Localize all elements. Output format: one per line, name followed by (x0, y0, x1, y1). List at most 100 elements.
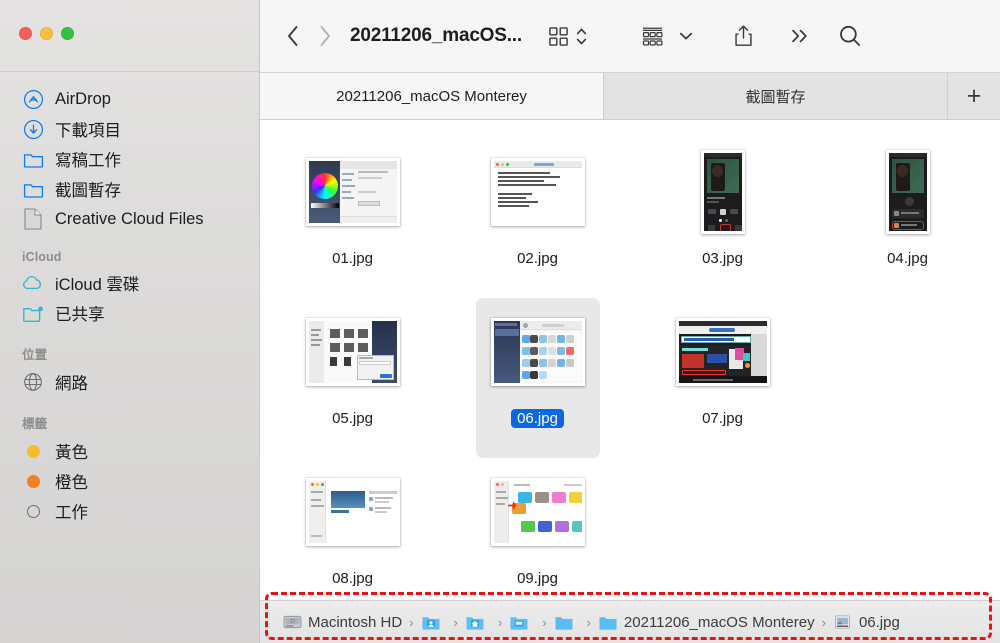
folder-icon (22, 148, 44, 170)
path-segment-desktop[interactable] (509, 612, 535, 632)
minimize-button[interactable] (40, 27, 53, 40)
chevron-down-icon[interactable] (679, 31, 693, 41)
sidebar-item-tag-orange[interactable]: 橙色 (0, 466, 259, 496)
sidebar-item-label: AirDrop (55, 89, 111, 108)
path-segment-home[interactable] (465, 612, 491, 632)
sidebar-section-icloud: iCloud (22, 250, 62, 264)
tab-20211206-macos-monterey[interactable]: 20211206_macOS Monterey (260, 73, 604, 119)
chevron-left-icon[interactable] (286, 25, 299, 47)
sidebar-item-tag-work[interactable]: 工作 (0, 496, 259, 526)
thumbnail (305, 464, 400, 560)
globe-icon (22, 371, 44, 393)
file-item[interactable]: 07.jpg (661, 298, 785, 458)
main-area: 20211206_macOS... 20211206_macOS Montere… (260, 0, 1000, 643)
folder-icon (598, 612, 618, 632)
file-label: 05.jpg (332, 410, 373, 427)
sidebar-section-tags: 標籤 (22, 417, 48, 431)
view-mode-control[interactable] (548, 26, 587, 47)
sidebar-item-network[interactable]: 網路 (0, 367, 259, 397)
file-grid: 01.jpg 02.jpg 03.jpg 04.jpg 05.jpg 06.jp… (260, 120, 1000, 600)
path-label: Macintosh HD (308, 613, 403, 631)
file-item-selected[interactable]: 06.jpg (475, 298, 600, 458)
tab-screenshot-temp[interactable]: 截圖暫存 (604, 73, 948, 119)
path-separator: › (497, 614, 503, 630)
sidebar-item-label: iCloud 雲碟 (55, 276, 140, 294)
path-segment-macintosh-hd[interactable]: Macintosh HD (282, 612, 402, 632)
window-title: 20211206_macOS... (350, 25, 522, 46)
chevron-up-down-icon[interactable] (576, 26, 587, 47)
navigation-arrows (286, 25, 332, 47)
share-icon[interactable] (733, 24, 754, 48)
sidebar-item-icloud-drive[interactable]: iCloud 雲碟 (0, 268, 259, 298)
tag-dot-icon (22, 440, 44, 462)
downloads-icon (22, 118, 44, 140)
icon-view-icon[interactable] (548, 26, 569, 47)
file-label: 01.jpg (332, 250, 373, 267)
file-item[interactable]: 05.jpg (291, 298, 415, 458)
folder-icon (554, 612, 574, 632)
file-item[interactable]: 09.jpg (476, 458, 600, 600)
file-label: 07.jpg (702, 410, 743, 427)
file-item[interactable]: 04.jpg (846, 138, 970, 298)
sidebar-item-label: Creative Cloud Files (55, 209, 204, 228)
tab-bar: 20211206_macOS Monterey 截圖暫存 + (260, 72, 1000, 120)
sidebar-item-label: 橙色 (55, 474, 88, 492)
file-label: 09.jpg (517, 570, 558, 587)
sidebar-item-downloads[interactable]: 下載項目 (0, 114, 259, 144)
shared-folder-icon (22, 302, 44, 324)
path-segment-folder[interactable] (554, 612, 580, 632)
path-separator: › (453, 614, 458, 630)
file-item[interactable]: 02.jpg (476, 138, 600, 298)
plus-icon: + (966, 81, 982, 110)
sidebar-titlebar (0, 0, 259, 72)
sidebar-item-label: 已共享 (55, 306, 105, 324)
sidebar: AirDrop 下載項目 寫稿工作 截圖暫存 Creative Cloud Fi… (0, 0, 260, 643)
sidebar-item-label: 寫稿工作 (55, 152, 121, 170)
sidebar-item-tag-yellow[interactable]: 黃色 (0, 436, 259, 466)
sidebar-item-label: 截圖暫存 (55, 182, 121, 200)
desktop-folder-icon (509, 612, 529, 632)
tag-dot-icon (22, 470, 44, 492)
document-icon (22, 208, 44, 230)
file-item[interactable]: 08.jpg (291, 458, 415, 600)
sidebar-item-creative-cloud-files[interactable]: Creative Cloud Files (0, 204, 259, 234)
path-segment-current-folder[interactable]: 20211206_macOS Monterey (598, 612, 815, 632)
file-item[interactable]: 01.jpg (291, 138, 415, 298)
group-by-icon[interactable] (641, 26, 664, 47)
maximize-button[interactable] (61, 27, 74, 40)
path-separator: › (409, 614, 414, 630)
path-separator: › (821, 614, 826, 630)
file-label: 03.jpg (702, 250, 743, 267)
sidebar-item-label: 黃色 (55, 444, 88, 462)
thumbnail (490, 304, 585, 400)
close-button[interactable] (19, 27, 32, 40)
traffic-lights (19, 27, 74, 40)
chevron-right-icon[interactable] (319, 25, 332, 47)
sidebar-section-locations: 位置 (22, 348, 48, 362)
path-bar: Macintosh HD › › › › › 20211206_macOS Mo… (260, 600, 1000, 643)
sidebar-item-label: 下載項目 (55, 122, 121, 140)
sidebar-item-airdrop[interactable]: AirDrop (0, 84, 259, 114)
tab-label: 20211206_macOS Monterey (336, 87, 527, 105)
harddrive-icon (282, 612, 302, 632)
tab-label: 截圖暫存 (745, 88, 806, 106)
sidebar-item-writing-work[interactable]: 寫稿工作 (0, 144, 259, 174)
sidebar-item-label: 工作 (55, 504, 88, 522)
path-segment-file[interactable]: 06.jpg (833, 612, 900, 632)
path-segment-users[interactable] (421, 612, 447, 632)
toolbar: 20211206_macOS... (260, 0, 1000, 72)
group-by-control[interactable] (641, 26, 693, 47)
sidebar-item-screenshot-temp[interactable]: 截圖暫存 (0, 174, 259, 204)
home-folder-icon (465, 612, 485, 632)
folder-icon (22, 178, 44, 200)
sidebar-item-shared[interactable]: 已共享 (0, 298, 259, 328)
finder-window: AirDrop 下載項目 寫稿工作 截圖暫存 Creative Cloud Fi… (0, 0, 1000, 643)
airdrop-icon (22, 88, 44, 110)
tag-dot-icon (22, 500, 44, 522)
file-item[interactable]: 03.jpg (661, 138, 785, 298)
new-tab-button[interactable]: + (948, 73, 1000, 119)
search-icon[interactable] (838, 24, 862, 48)
double-chevron-right-icon[interactable] (790, 28, 810, 44)
thumbnail (700, 144, 745, 240)
cloud-icon (22, 272, 44, 294)
